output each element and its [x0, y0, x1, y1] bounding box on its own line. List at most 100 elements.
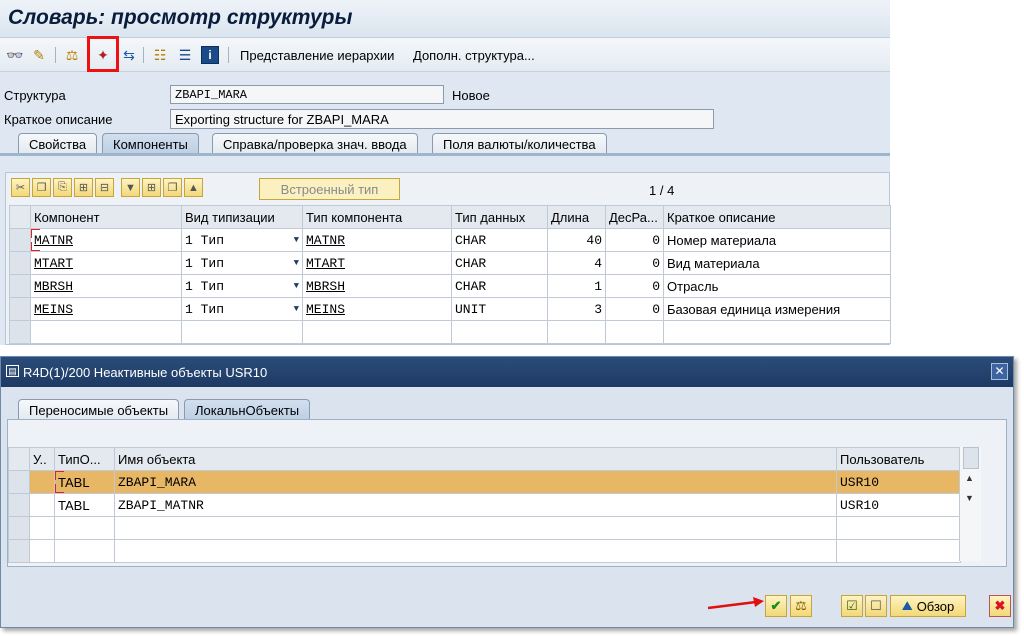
scroll-up-icon[interactable]: ▲	[184, 178, 203, 197]
object-name-cell[interactable]: ZBAPI_MATNR	[114, 493, 837, 517]
table-row[interactable]: MTART 1 Тип ▼ MTART CHAR 4 0 Вид материал…	[9, 251, 891, 275]
row-selector-header[interactable]	[8, 447, 30, 471]
activate-anyway-icon[interactable]: ⚖	[790, 595, 812, 617]
object-type-cell[interactable]: TABL	[54, 493, 115, 517]
insert-row-icon[interactable]: ⊞	[74, 178, 93, 197]
component-type-cell[interactable]: MEINS	[302, 297, 452, 321]
row-selector[interactable]	[8, 470, 30, 494]
scroll-up-icon[interactable]: ▲	[965, 473, 974, 483]
embedded-type-button[interactable]: Встроенный тип	[259, 178, 400, 200]
row-selector[interactable]	[9, 251, 31, 275]
typing-cell[interactable]: 1 Тип ▼	[181, 228, 303, 252]
object-list-icon[interactable]: ☰	[176, 46, 194, 64]
component-cell[interactable]: MEINS	[30, 297, 182, 321]
typing-cell[interactable]: 1 Тип ▼	[181, 251, 303, 275]
select-all-icon[interactable]: ☑	[841, 595, 863, 617]
decimals-cell: 0	[605, 228, 664, 252]
row-selector[interactable]	[9, 297, 31, 321]
table-row[interactable]	[8, 539, 961, 563]
cancel-close-button[interactable]: ✖	[989, 595, 1011, 617]
table-row[interactable]: MBRSH 1 Тип ▼ MBRSH CHAR 1 0 Отрасль	[9, 274, 891, 298]
dropdown-icon[interactable]: ▼	[294, 235, 299, 245]
dropdown-icon[interactable]: ▼	[294, 258, 299, 268]
column-header[interactable]: Длина	[547, 205, 606, 229]
column-header[interactable]: Краткое описание	[663, 205, 891, 229]
component-type-cell[interactable]: MTART	[302, 251, 452, 275]
overview-button[interactable]: ⛰ Обзор	[890, 595, 966, 617]
component-cell[interactable]: MATNR	[30, 228, 182, 252]
delete-row-icon[interactable]: ⊟	[95, 178, 114, 197]
empty-cell[interactable]	[30, 320, 182, 344]
component-type-cell[interactable]: MATNR	[302, 228, 452, 252]
short-description-field[interactable]: Exporting structure for ZBAPI_MARA	[170, 109, 714, 129]
table-row[interactable]: MATNR 1 Тип ▼ MATNR CHAR 40 0 Номер матер…	[9, 228, 891, 252]
column-header[interactable]: Вид типизации	[181, 205, 303, 229]
tab-currency-quantity[interactable]: Поля валюты/количества	[432, 133, 607, 154]
dialog-title: R4D(1)/200 Неактивные объекты USR10	[23, 365, 268, 380]
column-header[interactable]: Тип компонента	[302, 205, 452, 229]
where-used-icon[interactable]: ⇆	[120, 46, 138, 64]
table-row[interactable]	[9, 320, 891, 344]
component-cell[interactable]: MTART	[30, 251, 182, 275]
scrollbar-header-cell	[963, 447, 979, 469]
table-row-selected[interactable]: TABL ZBAPI_MARA USR10	[8, 470, 961, 494]
length-cell: 4	[547, 251, 606, 275]
deselect-all-icon[interactable]: ☐	[865, 595, 887, 617]
glasses-icon[interactable]: 👓	[6, 46, 24, 64]
dropdown-icon[interactable]: ▼	[294, 281, 299, 291]
column-header[interactable]: Компонент	[30, 205, 182, 229]
object-name-cell[interactable]: ZBAPI_MARA	[114, 470, 837, 494]
table-row[interactable]: MEINS 1 Тип ▼ MEINS UNIT 3 0 Базовая един…	[9, 297, 891, 321]
length-cell: 1	[547, 274, 606, 298]
column-header[interactable]: У..	[29, 447, 55, 471]
column-header[interactable]: ДесРа...	[605, 205, 664, 229]
window-icon: ▤	[6, 365, 19, 377]
column-header[interactable]: Пользователь	[836, 447, 961, 471]
column-header[interactable]: ТипО...	[54, 447, 115, 471]
paste-row-icon[interactable]: ⎘	[53, 178, 72, 197]
tab-transportable-objects[interactable]: Переносимые объекты	[18, 399, 180, 420]
row-selector[interactable]	[8, 539, 30, 563]
row-selector[interactable]	[8, 516, 30, 540]
table-header-row: У.. ТипО... Имя объекта Пользователь	[8, 447, 961, 471]
row-selector[interactable]	[9, 274, 31, 298]
row-selector-header[interactable]	[9, 205, 31, 229]
vertical-scrollbar[interactable]: ▲ ▼	[959, 447, 981, 561]
object-type-cell[interactable]: TABL	[54, 470, 115, 494]
filter-icon[interactable]: ▼	[121, 178, 140, 197]
scroll-down-icon[interactable]: ▼	[965, 493, 974, 503]
empty-cell[interactable]	[302, 320, 452, 344]
tab-components[interactable]: Компоненты	[102, 133, 199, 154]
column-header[interactable]: Имя объекта	[114, 447, 837, 471]
typing-cell[interactable]: 1 Тип ▼	[181, 297, 303, 321]
toggle-display-change-icon[interactable]: ✎	[30, 46, 48, 64]
structure-field[interactable]: ZBAPI_MARA	[170, 85, 444, 104]
append-structure-button[interactable]: Дополн. структура...	[413, 48, 535, 63]
row-selector[interactable]	[8, 493, 30, 517]
column-header[interactable]: Тип данных	[451, 205, 548, 229]
tab-strip-line	[0, 153, 890, 156]
dropdown-icon[interactable]: ▼	[294, 304, 299, 314]
hierarchy-icon[interactable]: ☷	[151, 46, 169, 64]
empty-cell	[114, 516, 837, 540]
tab-properties[interactable]: Свойства	[18, 133, 98, 154]
table-row[interactable]	[8, 516, 961, 540]
check-object-icon[interactable]: ⚖	[63, 46, 81, 64]
tab-input-help[interactable]: Справка/проверка знач. ввода	[212, 133, 418, 154]
copy-component-icon[interactable]: ❐	[163, 178, 182, 197]
row-selector[interactable]	[9, 228, 31, 252]
component-type-cell[interactable]: MBRSH	[302, 274, 452, 298]
cut-row-icon[interactable]: ✂	[11, 178, 30, 197]
component-cell[interactable]: MBRSH	[30, 274, 182, 298]
hierarchy-view-button[interactable]: Представление иерархии	[240, 48, 394, 63]
tab-local-objects[interactable]: ЛокальнОбъекты	[184, 399, 311, 420]
info-icon[interactable]: i	[201, 46, 219, 64]
row-selector[interactable]	[9, 320, 31, 344]
table-row[interactable]: TABL ZBAPI_MATNR USR10	[8, 493, 961, 517]
dialog-close-icon[interactable]: ✕	[991, 363, 1008, 380]
confirm-check-button[interactable]: ✔	[765, 595, 787, 617]
insert-component-icon[interactable]: ⊞	[142, 178, 161, 197]
empty-cell[interactable]	[181, 320, 303, 344]
typing-cell[interactable]: 1 Тип ▼	[181, 274, 303, 298]
copy-row-icon[interactable]: ❐	[32, 178, 51, 197]
